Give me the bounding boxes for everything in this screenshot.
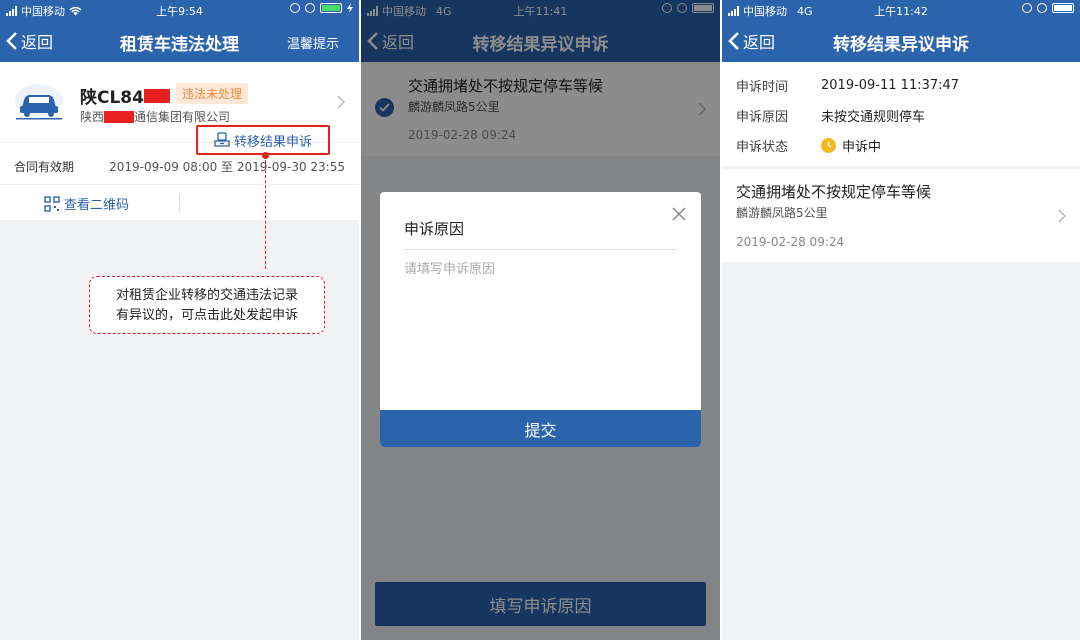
appeal-state-text: 申诉中 (842, 140, 882, 155)
violation-title: 交通拥堵处不按规定停车等候 (736, 183, 932, 201)
callout-connector (265, 155, 266, 269)
plate-number: 陕CL84 (80, 83, 170, 108)
transfer-appeal-button[interactable]: 转移结果申诉 (196, 125, 330, 155)
violation-list-item[interactable]: 交通拥堵处不按规定停车等候 麟游麟凤路5公里 2019-02-28 09:24 (722, 169, 1080, 262)
status-badge: 违法未处理 (176, 83, 249, 104)
chevron-right-icon (1058, 209, 1066, 223)
battery-icon (320, 3, 342, 13)
page-title: 转移结果异议申诉 (833, 35, 969, 55)
dialog-title: 申诉原因 (404, 220, 465, 238)
appeal-state-value: 申诉中 (821, 136, 881, 155)
lock-rotation-icon (290, 3, 300, 13)
nav-bar: 返回 租赁车违法处理 温馨提示 (0, 20, 359, 62)
callout-dot (262, 152, 269, 159)
contract-value: 2019-09-09 08:00 至 2019-09-30 23:55 (109, 160, 345, 174)
company-suffix: 通信集团有限公司 (134, 110, 231, 124)
car-icon (12, 82, 66, 126)
appeal-reason-row: 申诉原因 未按交通规则停车 (736, 106, 925, 125)
chevron-left-icon (728, 32, 739, 50)
close-icon[interactable] (671, 206, 687, 222)
dialog-divider (404, 249, 677, 250)
transfer-appeal-label: 转移结果申诉 (233, 134, 312, 150)
panel-rental-violation: 中国移动 上午9:54 返回 租赁车违法处理 温馨提示 陕CL84 违法未处理 … (0, 0, 359, 640)
appeal-time-label: 申诉时间 (736, 80, 789, 95)
back-label: 返回 (21, 33, 54, 52)
chevron-left-icon (6, 32, 17, 50)
company-name: 陕西 通信集团有限公司 (80, 108, 230, 125)
violation-location: 麟游麟凤路5公里 (736, 206, 828, 220)
clock-icon (821, 138, 836, 153)
violation-date: 2019-02-28 09:24 (736, 235, 845, 249)
appeal-time-row: 申诉时间 2019-09-11 11:37:47 (736, 76, 959, 95)
lock-rotation-icon (1022, 3, 1032, 13)
action-divider (179, 194, 180, 212)
callout-line-1: 对租赁企业转移的交通违法记录 (115, 288, 298, 303)
view-qr-button[interactable]: 查看二维码 (44, 194, 129, 213)
alarm-icon (1037, 3, 1047, 13)
panel-appeal-modal: 中国移动 4G 上午11:41 返回 转移结果异议申诉 交通拥堵处不按规定停车等… (361, 0, 720, 640)
company-prefix: 陕西 (80, 110, 105, 124)
contract-label: 合同有效期 (14, 160, 75, 174)
alarm-icon (305, 3, 315, 13)
charging-icon (347, 3, 353, 13)
back-button[interactable]: 返回 (6, 29, 53, 53)
plate-prefix: 陕CL84 (80, 88, 144, 108)
callout-line-2: 有异议的，可点击此处发起申诉 (115, 308, 298, 323)
appeal-state-row: 申诉状态 申诉中 (736, 136, 881, 155)
redaction-mark (104, 110, 135, 123)
battery-icon (1052, 3, 1074, 13)
panel-appeal-status: 中国移动 4G 上午11:42 返回 转移结果异议申诉 申诉时间 2019-09… (722, 0, 1080, 640)
appeal-time-value: 2019-09-11 11:37:47 (821, 78, 960, 93)
chevron-right-icon[interactable] (337, 95, 345, 109)
back-button[interactable]: 返回 (728, 29, 775, 53)
redaction-mark (143, 88, 170, 103)
divider (0, 184, 359, 185)
callout-tooltip: 对租赁企业转移的交通违法记录 有异议的，可点击此处发起申诉 (89, 276, 325, 334)
appeal-state-label: 申诉状态 (736, 140, 789, 155)
qr-code-icon (44, 195, 60, 212)
view-qr-label: 查看二维码 (64, 198, 130, 213)
appeal-reason-dialog: 申诉原因 提交 (380, 192, 701, 447)
appeal-reason-value: 未按交通规则停车 (821, 110, 926, 125)
back-label: 返回 (743, 33, 776, 52)
status-bar: 中国移动 4G 上午11:42 (722, 0, 1080, 20)
appeal-reason-input[interactable] (404, 258, 678, 398)
appeal-info-card: 申诉时间 2019-09-11 11:37:47 申诉原因 未按交通规则停车 申… (722, 62, 1080, 166)
nav-bar: 返回 转移结果异议申诉 (722, 20, 1080, 62)
appeal-reason-label: 申诉原因 (736, 110, 789, 125)
submit-button[interactable]: 提交 (380, 410, 701, 447)
status-bar: 中国移动 上午9:54 (0, 0, 359, 20)
tips-button[interactable]: 温馨提示 (287, 33, 339, 52)
appeal-icon (214, 132, 230, 147)
